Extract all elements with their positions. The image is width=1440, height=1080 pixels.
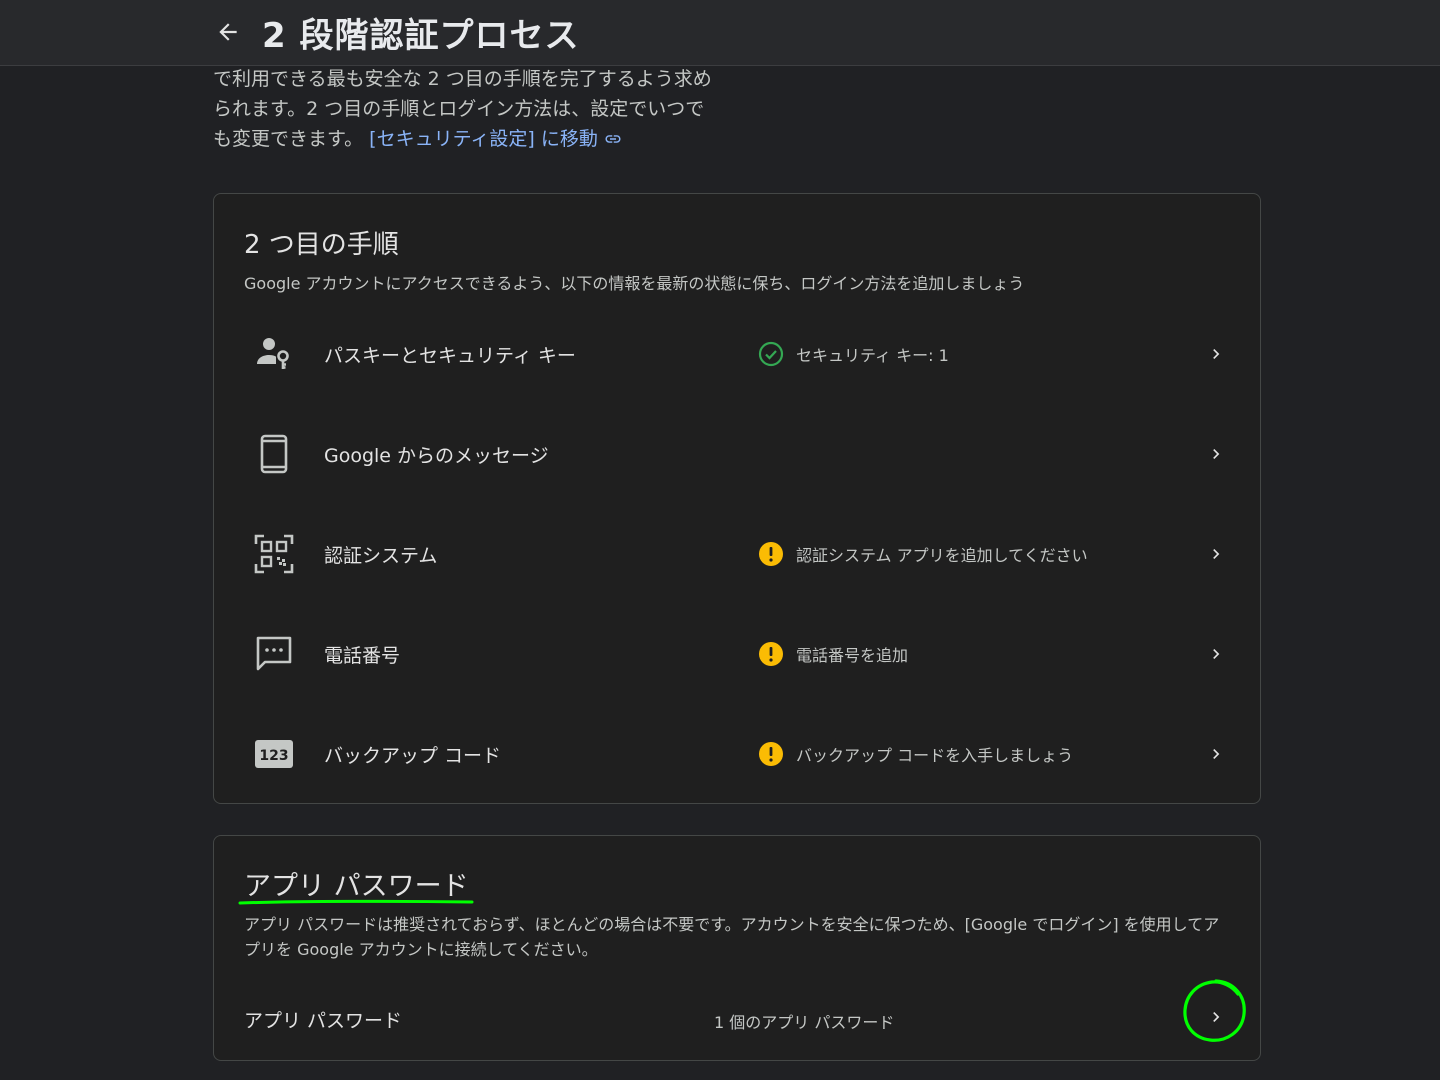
row-status-text: 認証システム アプリを追加してください	[796, 546, 1088, 565]
phone-icon	[254, 434, 294, 474]
chevron-right-icon[interactable]	[1202, 740, 1230, 768]
app-passwords-description: アプリ パスワードは推奨されておらず、ほとんどの場合は不要です。アカウントを安全…	[244, 915, 1220, 959]
app-passwords-row-label: アプリ パスワード	[244, 1010, 403, 1032]
row-label: 認証システム	[324, 545, 438, 567]
row-app-passwords[interactable]: アプリ パスワード 1 個のアプリ パスワード	[214, 979, 1260, 1056]
row-label: Google からのメッセージ	[324, 445, 549, 467]
link-icon	[605, 135, 621, 143]
row-authenticator[interactable]: 認証システム 認証システム アプリを追加してください	[214, 504, 1260, 604]
annotation-underline	[238, 899, 474, 905]
warning-icon	[758, 741, 784, 767]
row-status-text: 電話番号を追加	[796, 646, 909, 665]
row-status-text: セキュリティ キー: 1	[796, 346, 949, 365]
chevron-right-icon[interactable]	[1202, 440, 1230, 468]
backup-code-icon-text: 123	[259, 748, 288, 764]
row-status-text: バックアップ コードを入手しましょう	[796, 746, 1074, 765]
back-button[interactable]	[210, 14, 246, 50]
chevron-right-icon[interactable]	[1202, 1003, 1230, 1031]
security-settings-link-label: [セキュリティ設定] に移動	[369, 128, 598, 150]
chevron-right-icon[interactable]	[1202, 640, 1230, 668]
arrow-back-icon	[219, 23, 237, 41]
row-google-prompts[interactable]: Google からのメッセージ	[214, 404, 1260, 504]
chevron-right-icon[interactable]	[1202, 540, 1230, 568]
row-status: バックアップ コードを入手しましょう	[758, 739, 1073, 769]
row-status: 電話番号を追加	[758, 639, 908, 669]
app-passwords-card: アプリ パスワード アプリ パスワードは推奨されておらず、ほとんどの場合は不要で…	[213, 835, 1261, 1061]
row-label: バックアップ コード	[324, 745, 502, 767]
backup-code-icon: 123	[254, 734, 294, 774]
warning-icon	[758, 641, 784, 667]
security-settings-link[interactable]: [セキュリティ設定] に移動	[369, 128, 622, 150]
second-step-title: 2 つ目の手順	[244, 230, 399, 260]
intro-text: で利用できる最も安全な 2 つ目の手順を完了するよう求められます。2 つ目の手順…	[213, 64, 723, 154]
row-backup-codes[interactable]: 123 バックアップ コード バックアップ コードを入手しましょう	[214, 704, 1260, 804]
second-step-card: 2 つ目の手順 Google アカウントにアクセスできるよう、以下の情報を最新の…	[213, 193, 1261, 804]
page-title: 2 段階認証プロセス	[262, 16, 580, 56]
row-status: 認証システム アプリを追加してください	[758, 539, 1088, 569]
row-label: パスキーとセキュリティ キー	[324, 345, 576, 367]
second-step-description: Google アカウントにアクセスできるよう、以下の情報を最新の状態に保ち、ログ…	[244, 274, 1025, 293]
row-passkeys[interactable]: パスキーとセキュリティ キー セキュリティ キー: 1	[214, 304, 1260, 404]
warning-icon	[758, 541, 784, 567]
chevron-right-icon[interactable]	[1202, 340, 1230, 368]
row-status: セキュリティ キー: 1	[758, 339, 949, 369]
top-app-bar: 2 段階認証プロセス	[0, 0, 1440, 66]
app-passwords-count: 1 個のアプリ パスワード	[714, 1013, 895, 1032]
row-label: 電話番号	[324, 645, 401, 667]
qr-code-icon	[254, 534, 294, 574]
sms-icon	[254, 634, 294, 674]
passkey-icon	[254, 334, 294, 374]
row-phone-number[interactable]: 電話番号 電話番号を追加	[214, 604, 1260, 704]
check-circle-icon	[758, 341, 784, 367]
